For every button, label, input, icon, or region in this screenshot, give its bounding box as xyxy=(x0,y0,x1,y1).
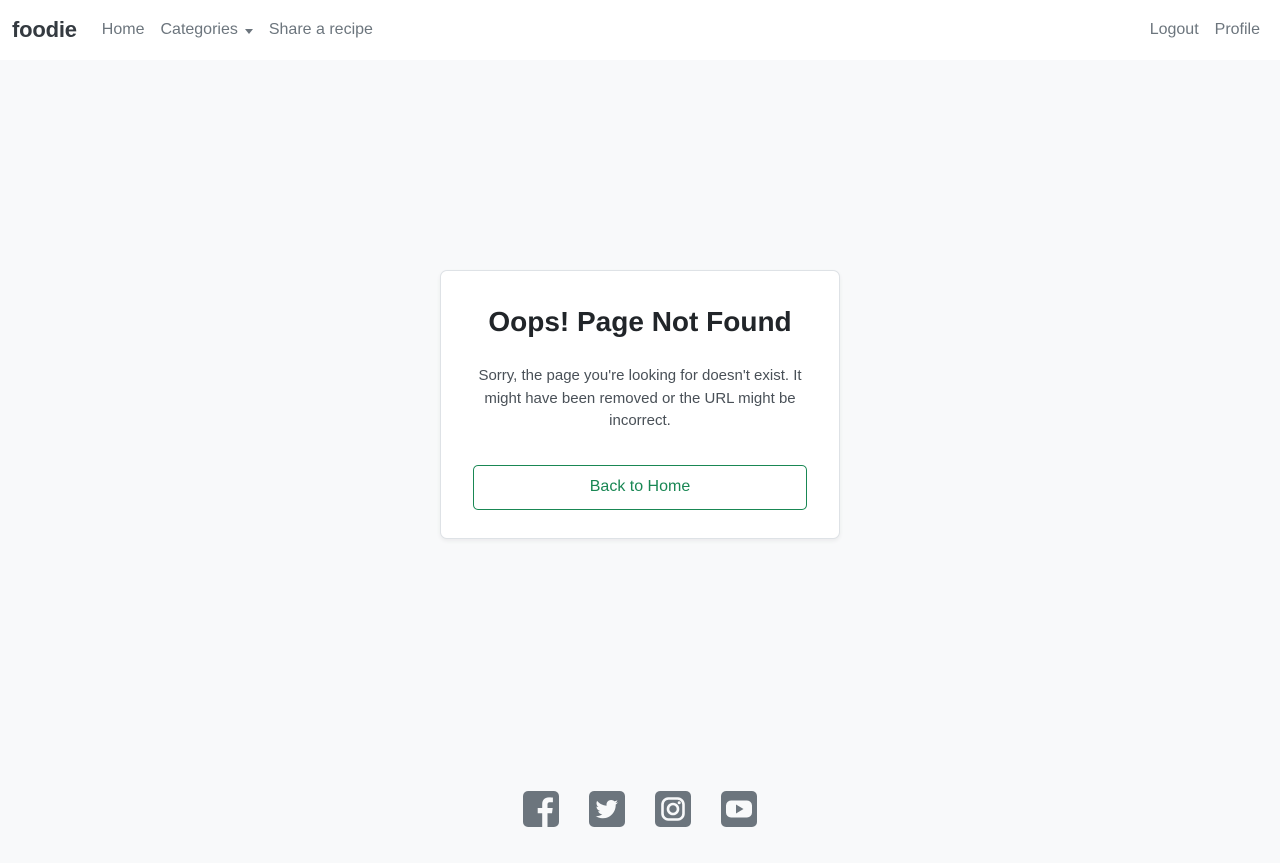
nav-link-share-recipe[interactable]: Share a recipe xyxy=(261,21,381,39)
twitter-icon[interactable] xyxy=(589,791,625,827)
nav-link-home[interactable]: Home xyxy=(94,21,153,39)
error-title: Oops! Page Not Found xyxy=(488,306,792,337)
facebook-icon[interactable] xyxy=(523,791,559,827)
caret-down-icon xyxy=(244,28,253,34)
nav-right: Logout Profile xyxy=(1142,21,1268,39)
footer xyxy=(0,755,1280,863)
nav-left: foodie Home Categories Share a recipe xyxy=(12,17,381,43)
youtube-icon[interactable] xyxy=(721,791,757,827)
error-message: Sorry, the page you're looking for doesn… xyxy=(478,367,802,429)
navbar: foodie Home Categories Share a recipe Lo… xyxy=(0,0,1280,60)
back-to-home-button[interactable]: Back to Home xyxy=(473,464,807,510)
nav-dropdown-label: Categories xyxy=(160,21,238,38)
nav-dropdown-categories[interactable]: Categories xyxy=(152,21,260,39)
instagram-icon[interactable] xyxy=(655,791,691,827)
nav-link-logout[interactable]: Logout xyxy=(1142,21,1207,39)
brand-logo[interactable]: foodie xyxy=(12,17,77,43)
nav-link-profile[interactable]: Profile xyxy=(1207,21,1268,39)
error-card: Oops! Page Not Found Sorry, the page you… xyxy=(440,270,840,539)
